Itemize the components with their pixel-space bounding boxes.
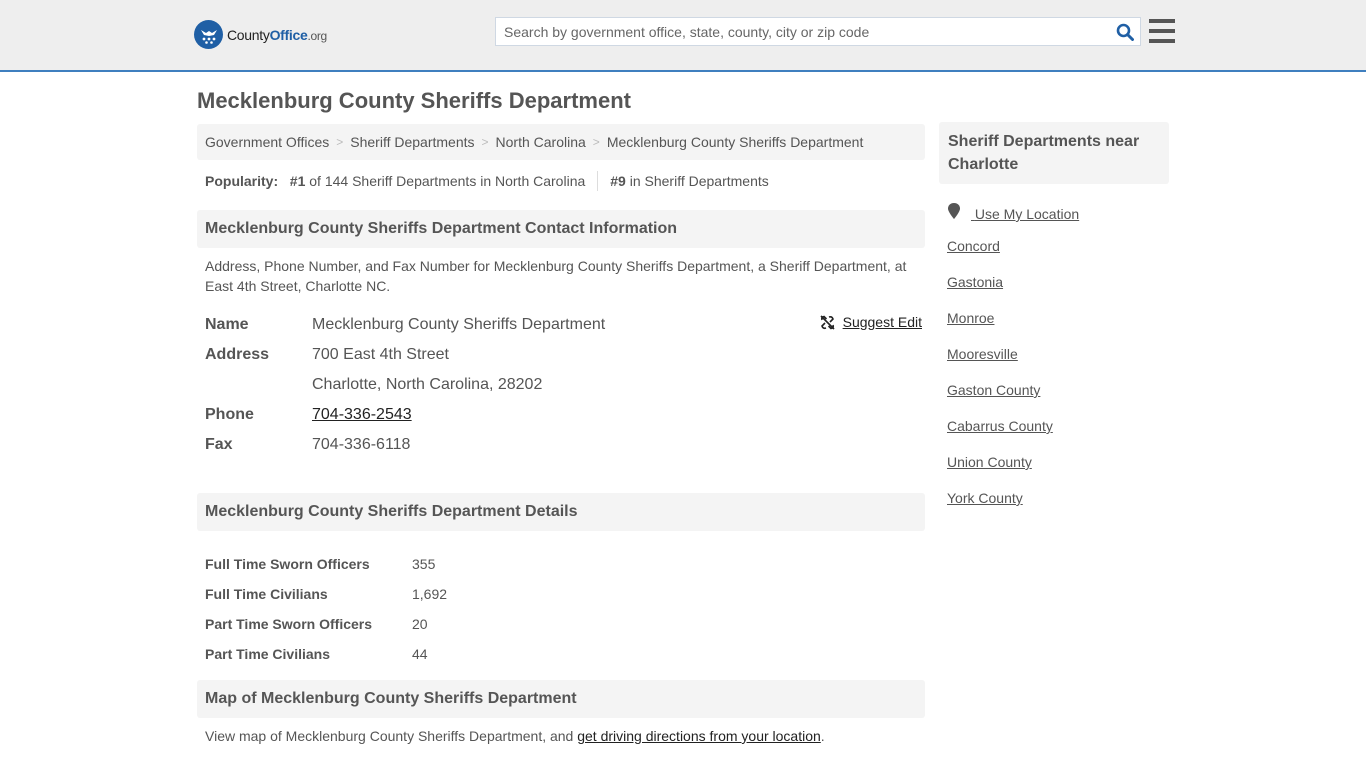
details-section: Mecklenburg County Sheriffs Department D… bbox=[197, 493, 925, 669]
address-line1: 700 East 4th Street bbox=[312, 346, 449, 363]
contact-row-name: Name Mecklenburg County Sheriffs Departme… bbox=[205, 310, 925, 340]
nearby-list: Use My Location Concord Gastonia Monroe … bbox=[939, 202, 1169, 526]
use-my-location-link[interactable]: Use My Location bbox=[947, 202, 1169, 238]
map-text-end: . bbox=[820, 728, 825, 744]
popularity-divider bbox=[597, 171, 599, 191]
nearby-link-mooresville[interactable]: Mooresville bbox=[947, 346, 1169, 382]
driving-directions-link[interactable]: get driving directions from your locatio… bbox=[577, 728, 821, 744]
nearby-link-gastonia[interactable]: Gastonia bbox=[947, 274, 1169, 310]
menu-bar-icon bbox=[1149, 19, 1175, 23]
site-logo[interactable]: CountyOffice.org bbox=[194, 20, 327, 49]
map-description: View map of Mecklenburg County Sheriffs … bbox=[197, 718, 925, 746]
state-rank-text: of 144 Sheriff Departments in North Caro… bbox=[309, 173, 586, 189]
contact-row-address-2: Charlotte, North Carolina, 28202 bbox=[205, 370, 925, 400]
details-row: Full Time Civilians 1,692 bbox=[205, 579, 925, 609]
page-title: Mecklenburg County Sheriffs Department bbox=[197, 88, 631, 113]
details-label: Part Time Sworn Officers bbox=[205, 616, 373, 632]
main-content: Government Offices > Sheriff Departments… bbox=[197, 124, 925, 746]
contact-heading: Mecklenburg County Sheriffs Department C… bbox=[197, 210, 925, 248]
address-line2: Charlotte, North Carolina, 28202 bbox=[312, 376, 543, 393]
search-input[interactable] bbox=[496, 18, 1110, 45]
name-label: Name bbox=[205, 316, 249, 333]
contact-section: Mecklenburg County Sheriffs Department C… bbox=[197, 210, 925, 460]
contact-row-address: Address 700 East 4th Street bbox=[205, 340, 925, 370]
eagle-stars-icon bbox=[194, 20, 223, 49]
national-rank: #9 bbox=[610, 173, 626, 189]
breadcrumb: Government Offices > Sheriff Departments… bbox=[197, 124, 925, 160]
details-row: Part Time Sworn Officers 20 bbox=[205, 609, 925, 639]
details-value: 44 bbox=[412, 646, 428, 662]
name-value: Mecklenburg County Sheriffs Department bbox=[312, 316, 606, 333]
details-row: Full Time Sworn Officers 355 bbox=[205, 549, 925, 579]
nearby-link-union-county[interactable]: Union County bbox=[947, 454, 1169, 490]
fax-label: Fax bbox=[205, 436, 233, 453]
contact-row-fax: Fax 704-336-6118 bbox=[205, 430, 925, 460]
nearby-link-york-county[interactable]: York County bbox=[947, 490, 1169, 526]
breadcrumb-separator-icon: > bbox=[336, 135, 344, 149]
sidebar: Sheriff Departments near Charlotte Use M… bbox=[939, 122, 1169, 526]
address-label: Address bbox=[205, 346, 270, 363]
breadcrumb-sheriff-departments[interactable]: Sheriff Departments bbox=[350, 134, 474, 150]
details-row: Part Time Civilians 44 bbox=[205, 639, 925, 669]
menu-bar-icon bbox=[1149, 29, 1175, 33]
use-my-location-label: Use My Location bbox=[974, 206, 1080, 222]
nearby-link-concord[interactable]: Concord bbox=[947, 238, 1169, 274]
details-value: 355 bbox=[412, 556, 436, 572]
details-label: Full Time Civilians bbox=[205, 586, 328, 602]
national-rank-text: in Sheriff Departments bbox=[629, 173, 769, 189]
nearby-link-gaston-county[interactable]: Gaston County bbox=[947, 382, 1169, 418]
logo-part-office: Office bbox=[269, 26, 308, 43]
suggest-edit-label: Suggest Edit bbox=[842, 314, 922, 330]
fax-value: 704-336-6118 bbox=[312, 436, 411, 453]
details-value: 1,692 bbox=[412, 586, 448, 602]
breadcrumb-separator-icon: > bbox=[481, 135, 489, 149]
site-header: CountyOffice.org bbox=[0, 0, 1366, 72]
state-rank: #1 bbox=[289, 173, 306, 189]
edit-unlink-icon bbox=[820, 314, 835, 330]
details-value: 20 bbox=[412, 616, 428, 632]
map-section: Map of Mecklenburg County Sheriffs Depar… bbox=[197, 680, 925, 746]
sidebar-heading: Sheriff Departments near Charlotte bbox=[939, 122, 1169, 184]
breadcrumb-current: Mecklenburg County Sheriffs Department bbox=[606, 134, 864, 150]
map-heading: Map of Mecklenburg County Sheriffs Depar… bbox=[197, 680, 925, 718]
search-bar bbox=[495, 17, 1141, 46]
logo-part-org: .org bbox=[307, 28, 327, 43]
contact-description: Address, Phone Number, and Fax Number fo… bbox=[205, 258, 907, 294]
nearby-link-cabarrus-county[interactable]: Cabarrus County bbox=[947, 418, 1169, 454]
phone-label: Phone bbox=[205, 406, 254, 423]
breadcrumb-government-offices[interactable]: Government Offices bbox=[205, 134, 329, 150]
search-icon bbox=[1116, 23, 1134, 41]
logo-part-county: County bbox=[227, 26, 270, 43]
breadcrumb-north-carolina[interactable]: North Carolina bbox=[496, 134, 586, 150]
breadcrumb-separator-icon: > bbox=[592, 135, 600, 149]
contact-details: Suggest Edit Name Mecklenburg County Sher… bbox=[197, 310, 925, 460]
details-label: Part Time Civilians bbox=[205, 646, 331, 662]
details-label: Full Time Sworn Officers bbox=[205, 556, 370, 572]
contact-row-phone: Phone 704-336-2543 bbox=[205, 400, 925, 430]
map-pin-icon bbox=[948, 203, 960, 219]
search-button[interactable] bbox=[1110, 18, 1140, 45]
details-heading: Mecklenburg County Sheriffs Department D… bbox=[197, 493, 925, 531]
popularity-bar: Popularity: #1 of 144 Sheriff Department… bbox=[197, 160, 925, 202]
nearby-link-monroe[interactable]: Monroe bbox=[947, 310, 1169, 346]
map-text: View map of Mecklenburg County Sheriffs … bbox=[205, 728, 578, 744]
popularity-label: Popularity: bbox=[205, 173, 279, 189]
phone-link[interactable]: 704-336-2543 bbox=[312, 406, 412, 424]
logo-wordmark: CountyOffice.org bbox=[227, 27, 327, 43]
suggest-edit-link[interactable]: Suggest Edit bbox=[820, 314, 922, 330]
menu-bar-icon bbox=[1149, 39, 1175, 43]
hamburger-menu-button[interactable] bbox=[1149, 19, 1175, 43]
details-table: Full Time Sworn Officers 355 Full Time Ci… bbox=[197, 549, 925, 669]
